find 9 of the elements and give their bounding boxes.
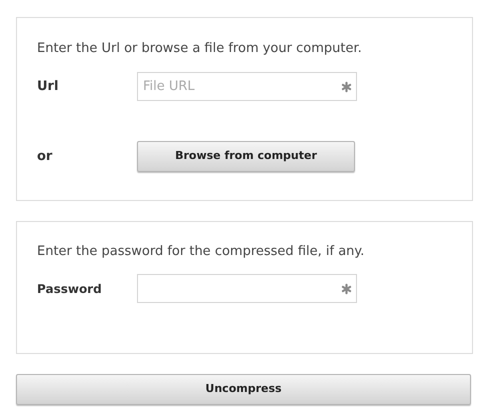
uncompress-button[interactable]: Uncompress <box>16 374 471 405</box>
url-field[interactable]: File URL <box>137 72 357 101</box>
url-label: Url <box>37 78 60 96</box>
password-field[interactable] <box>137 274 357 303</box>
instruction-text: Enter the password for the compressed file, if any. <box>37 243 366 261</box>
browse-button[interactable]: Browse from computer <box>137 141 355 172</box>
or-label: or <box>37 148 54 166</box>
instruction-text: Enter the Url or browse a file from your computer. <box>37 40 363 58</box>
password-label: Password <box>37 280 103 298</box>
